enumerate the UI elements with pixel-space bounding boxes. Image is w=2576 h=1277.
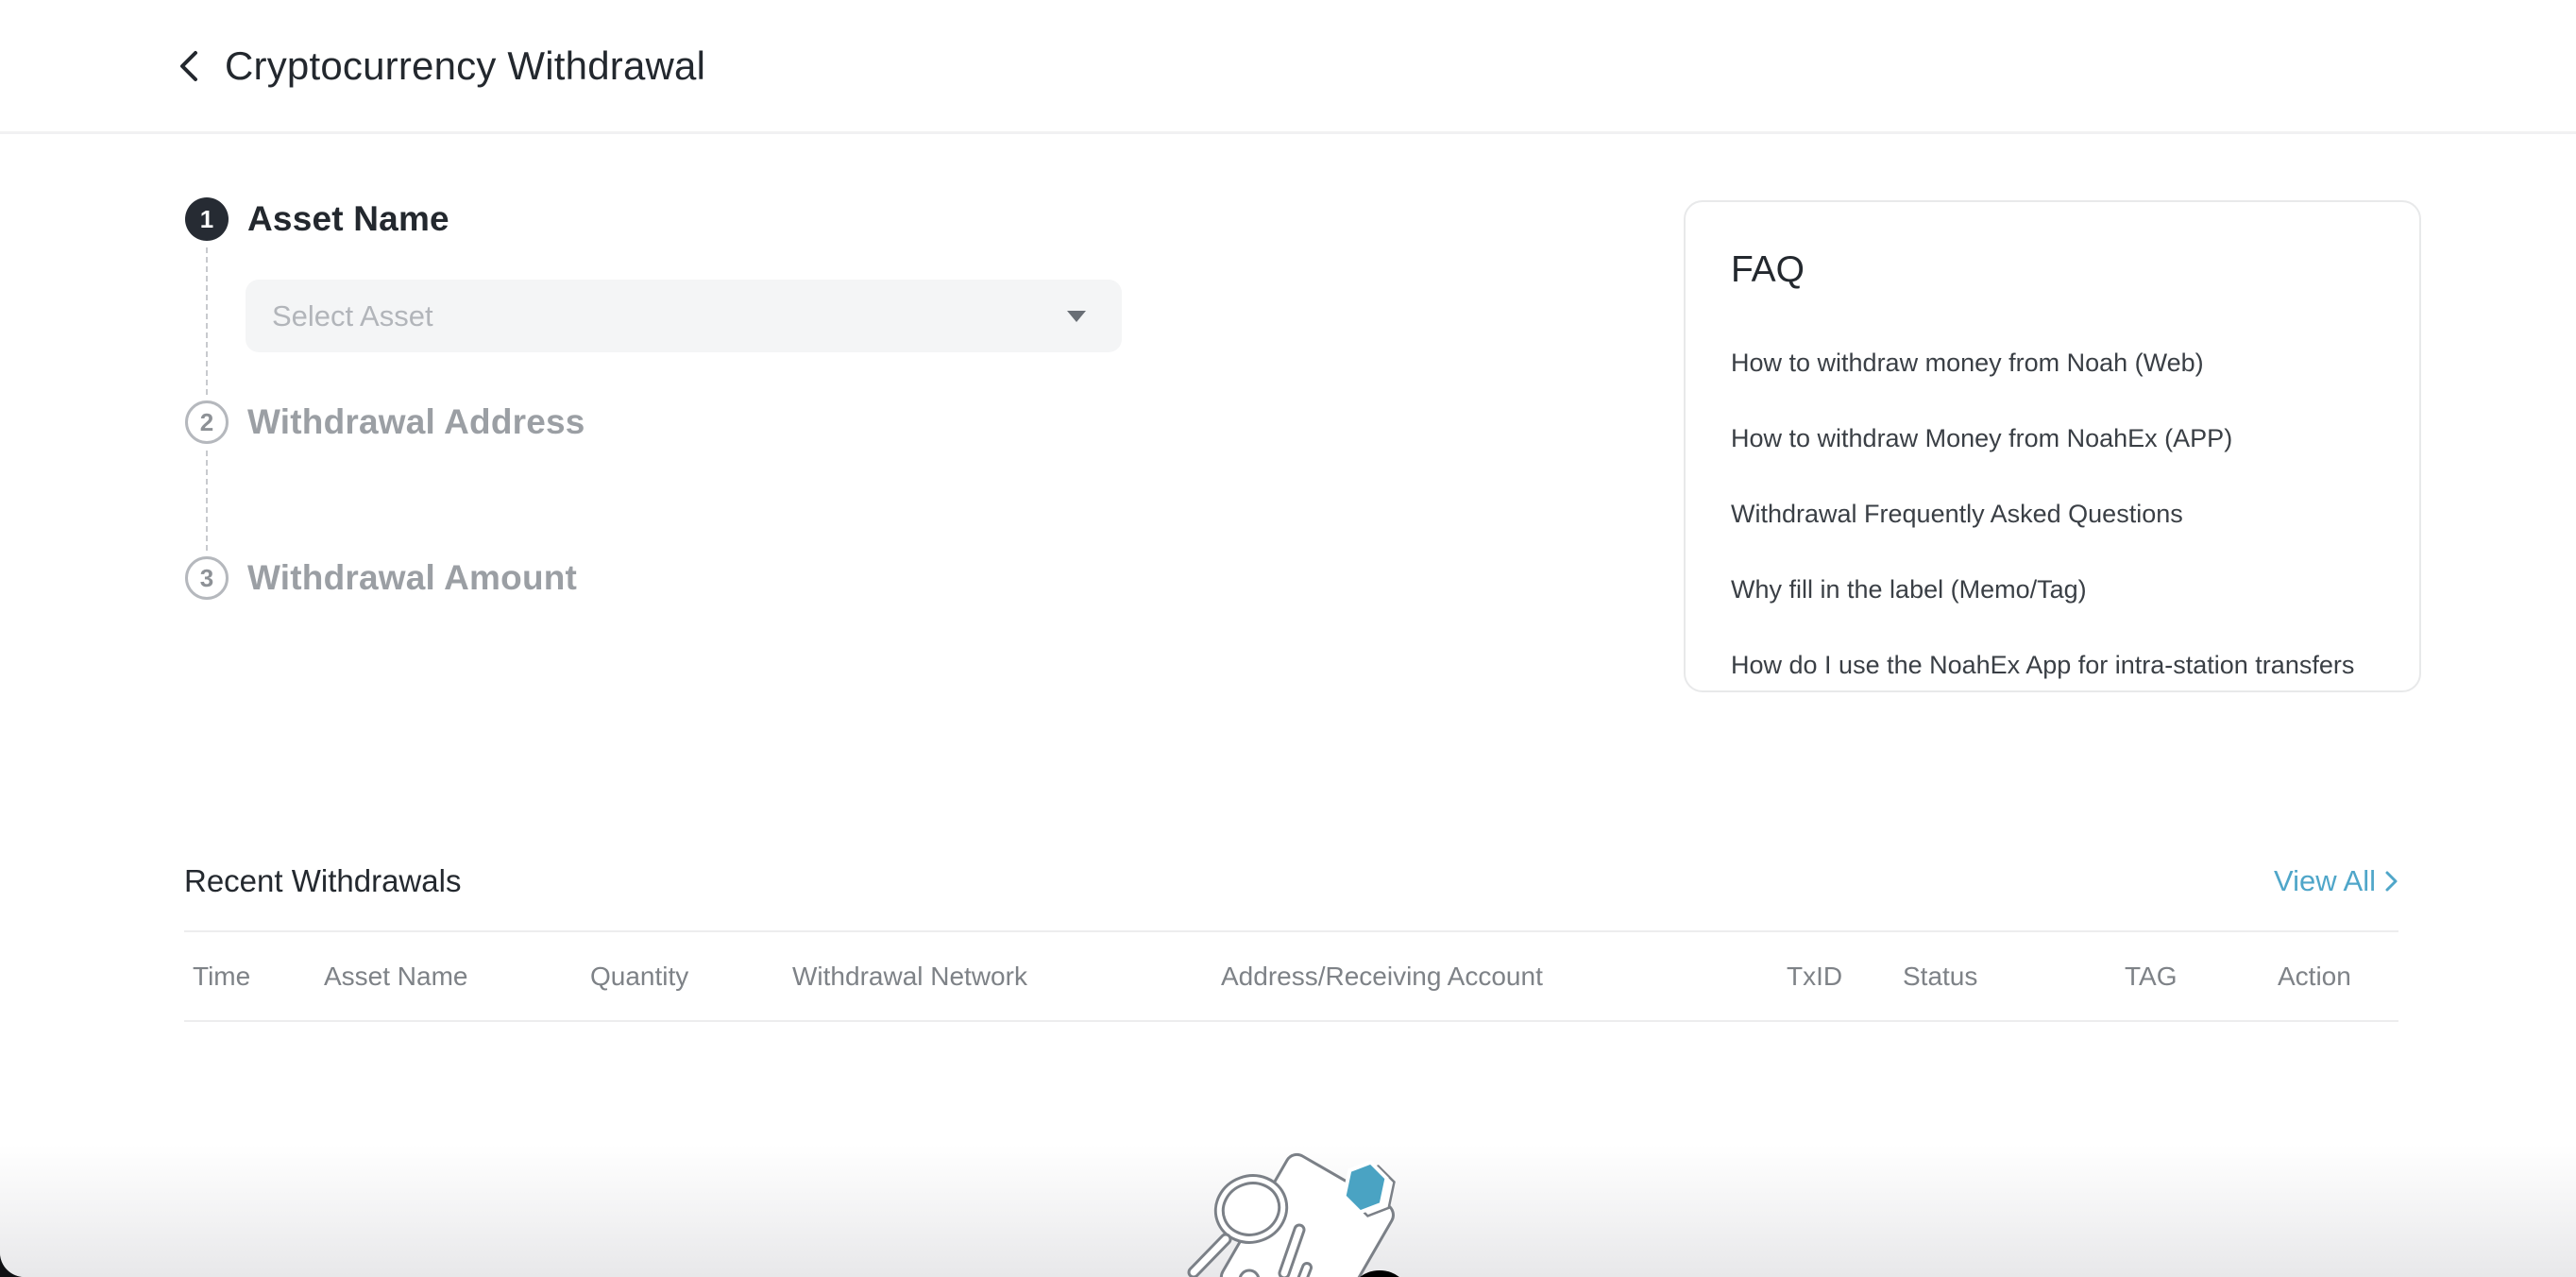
page-header: Cryptocurrency Withdrawal <box>0 0 2576 134</box>
faq-item[interactable]: Withdrawal Frequently Asked Questions <box>1731 476 2374 552</box>
step-3-badge: 3 <box>185 556 229 600</box>
column-header-withdrawal-network: Withdrawal Network <box>792 962 1221 992</box>
column-header-address: Address/Receiving Account <box>1221 962 1787 992</box>
asset-select-placeholder: Select Asset <box>272 299 1067 333</box>
faq-title: FAQ <box>1731 249 2374 291</box>
faq-item[interactable]: How do I use the NoahEx App for intra-st… <box>1731 627 2374 703</box>
page-title: Cryptocurrency Withdrawal <box>225 43 705 89</box>
back-button[interactable] <box>168 45 210 87</box>
step-connector <box>206 451 208 551</box>
step-withdrawal-address: 2 Withdrawal Address <box>185 400 585 444</box>
empty-state-illustration <box>1161 1124 1501 1277</box>
faq-list: How to withdraw money from Noah (Web) Ho… <box>1731 325 2374 703</box>
column-header-time: Time <box>193 962 324 992</box>
step-1-badge: 1 <box>185 197 229 241</box>
faq-item[interactable]: How to withdraw Money from NoahEx (APP) <box>1731 400 2374 476</box>
withdrawals-table-header: Time Asset Name Quantity Withdrawal Netw… <box>184 930 2398 1022</box>
withdrawal-page: Cryptocurrency Withdrawal 1 Asset Name S… <box>0 0 2576 1277</box>
step-2-badge: 2 <box>185 400 229 444</box>
column-header-status: Status <box>1903 962 2125 992</box>
faq-card: FAQ How to withdraw money from Noah (Web… <box>1684 200 2421 692</box>
column-header-action: Action <box>2278 962 2398 992</box>
step-1-label: Asset Name <box>247 199 449 239</box>
step-withdrawal-amount: 3 Withdrawal Amount <box>185 556 577 600</box>
chevron-left-icon <box>175 47 203 85</box>
faq-item[interactable]: How to withdraw money from Noah (Web) <box>1731 325 2374 400</box>
recent-withdrawals-header: Recent Withdrawals View All <box>184 858 2398 905</box>
view-all-link[interactable]: View All <box>2274 864 2398 898</box>
asset-select[interactable]: Select Asset <box>246 280 1122 352</box>
faq-item[interactable]: Why fill in the label (Memo/Tag) <box>1731 552 2374 627</box>
chevron-right-icon <box>2383 869 2398 894</box>
chevron-down-icon <box>1067 311 1086 322</box>
column-header-quantity: Quantity <box>590 962 792 992</box>
column-header-tag: TAG <box>2125 962 2278 992</box>
column-header-asset-name: Asset Name <box>324 962 590 992</box>
view-all-label: View All <box>2274 864 2376 898</box>
step-asset-name: 1 Asset Name <box>185 197 449 241</box>
step-3-label: Withdrawal Amount <box>247 558 577 598</box>
step-2-label: Withdrawal Address <box>247 402 585 442</box>
recent-withdrawals-title: Recent Withdrawals <box>184 863 461 899</box>
step-connector <box>206 247 208 395</box>
column-header-txid: TxID <box>1787 962 1903 992</box>
